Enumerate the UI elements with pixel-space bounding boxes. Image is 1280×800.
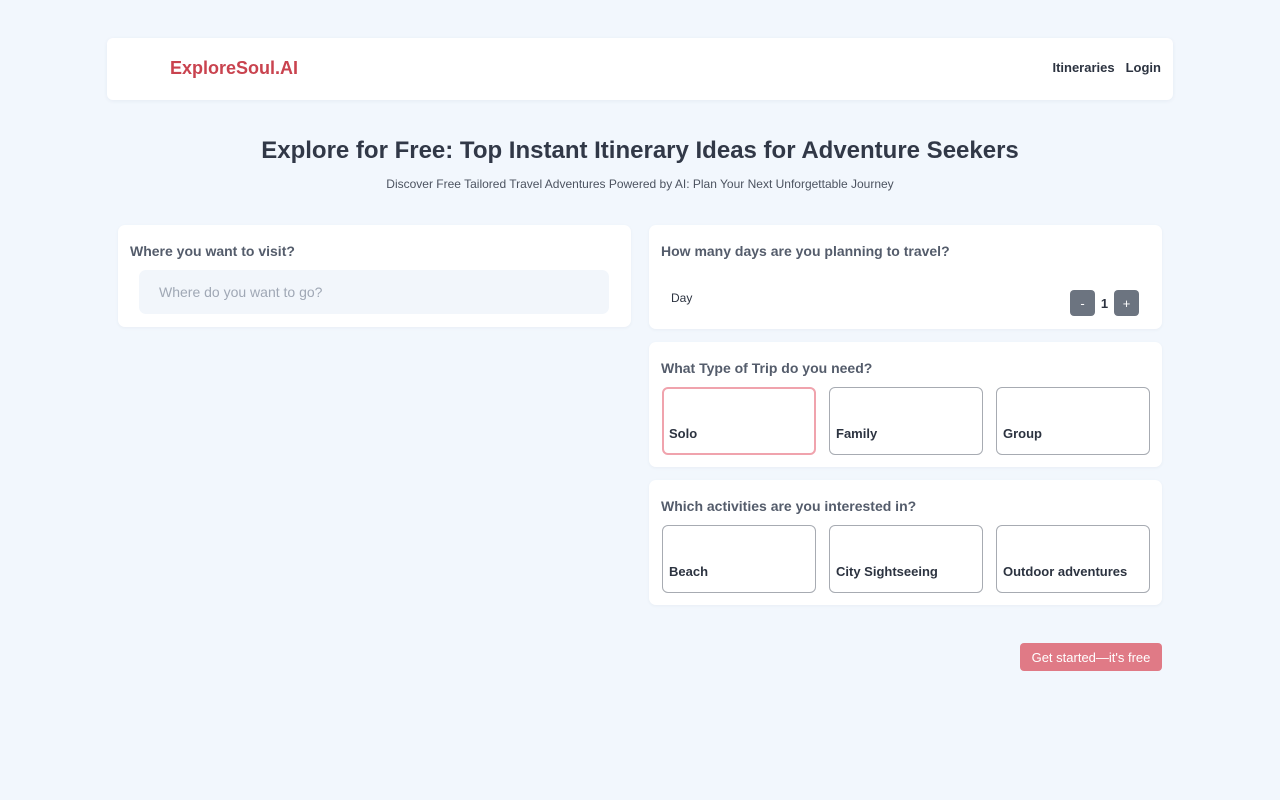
trip-option-label: Group	[1003, 426, 1042, 441]
nav-link-login[interactable]: Login	[1126, 60, 1161, 75]
activity-options: Beach City Sightseeing Outdoor adventure…	[662, 525, 1150, 593]
activity-option-outdoor-adventures[interactable]: Outdoor adventures	[996, 525, 1150, 593]
trip-type-question: What Type of Trip do you need?	[661, 360, 873, 376]
trip-option-family[interactable]: Family	[829, 387, 983, 455]
activity-option-beach[interactable]: Beach	[662, 525, 816, 593]
brand-logo[interactable]: ExploreSoul.AI	[170, 58, 298, 79]
navbar: ExploreSoul.AI Itineraries Login	[107, 38, 1173, 100]
increment-days-button[interactable]: +	[1114, 290, 1139, 316]
activity-option-label: City Sightseeing	[836, 564, 938, 579]
days-card: How many days are you planning to travel…	[649, 225, 1162, 329]
nav-link-itineraries[interactable]: Itineraries	[1052, 60, 1114, 75]
page-subtitle: Discover Free Tailored Travel Adventures…	[386, 177, 894, 191]
destination-card: Where you want to visit?	[118, 225, 631, 327]
trip-type-options: Solo Family Group	[662, 387, 1150, 455]
days-value: 1	[1100, 295, 1109, 311]
trip-type-card: What Type of Trip do you need? Solo Fami…	[649, 342, 1162, 467]
activity-option-label: Outdoor adventures	[1003, 564, 1128, 579]
decrement-days-button[interactable]: -	[1070, 290, 1095, 316]
get-started-button[interactable]: Get started—it's free	[1020, 643, 1162, 671]
activities-question: Which activities are you interested in?	[661, 498, 917, 514]
activity-option-city-sightseeing[interactable]: City Sightseeing	[829, 525, 983, 593]
day-unit-label: Day	[671, 291, 693, 305]
trip-option-solo[interactable]: Solo	[662, 387, 816, 455]
days-stepper: - 1 +	[1070, 290, 1139, 316]
destination-input[interactable]	[139, 270, 609, 314]
destination-question: Where you want to visit?	[130, 243, 295, 259]
days-question: How many days are you planning to travel…	[661, 243, 950, 259]
trip-option-group[interactable]: Group	[996, 387, 1150, 455]
page-title: Explore for Free: Top Instant Itinerary …	[261, 137, 1019, 164]
trip-option-label: Family	[836, 426, 878, 441]
activity-option-label: Beach	[669, 564, 709, 579]
trip-option-label: Solo	[669, 426, 698, 441]
nav-links: Itineraries Login	[1052, 60, 1161, 75]
activities-card: Which activities are you interested in? …	[649, 480, 1162, 605]
